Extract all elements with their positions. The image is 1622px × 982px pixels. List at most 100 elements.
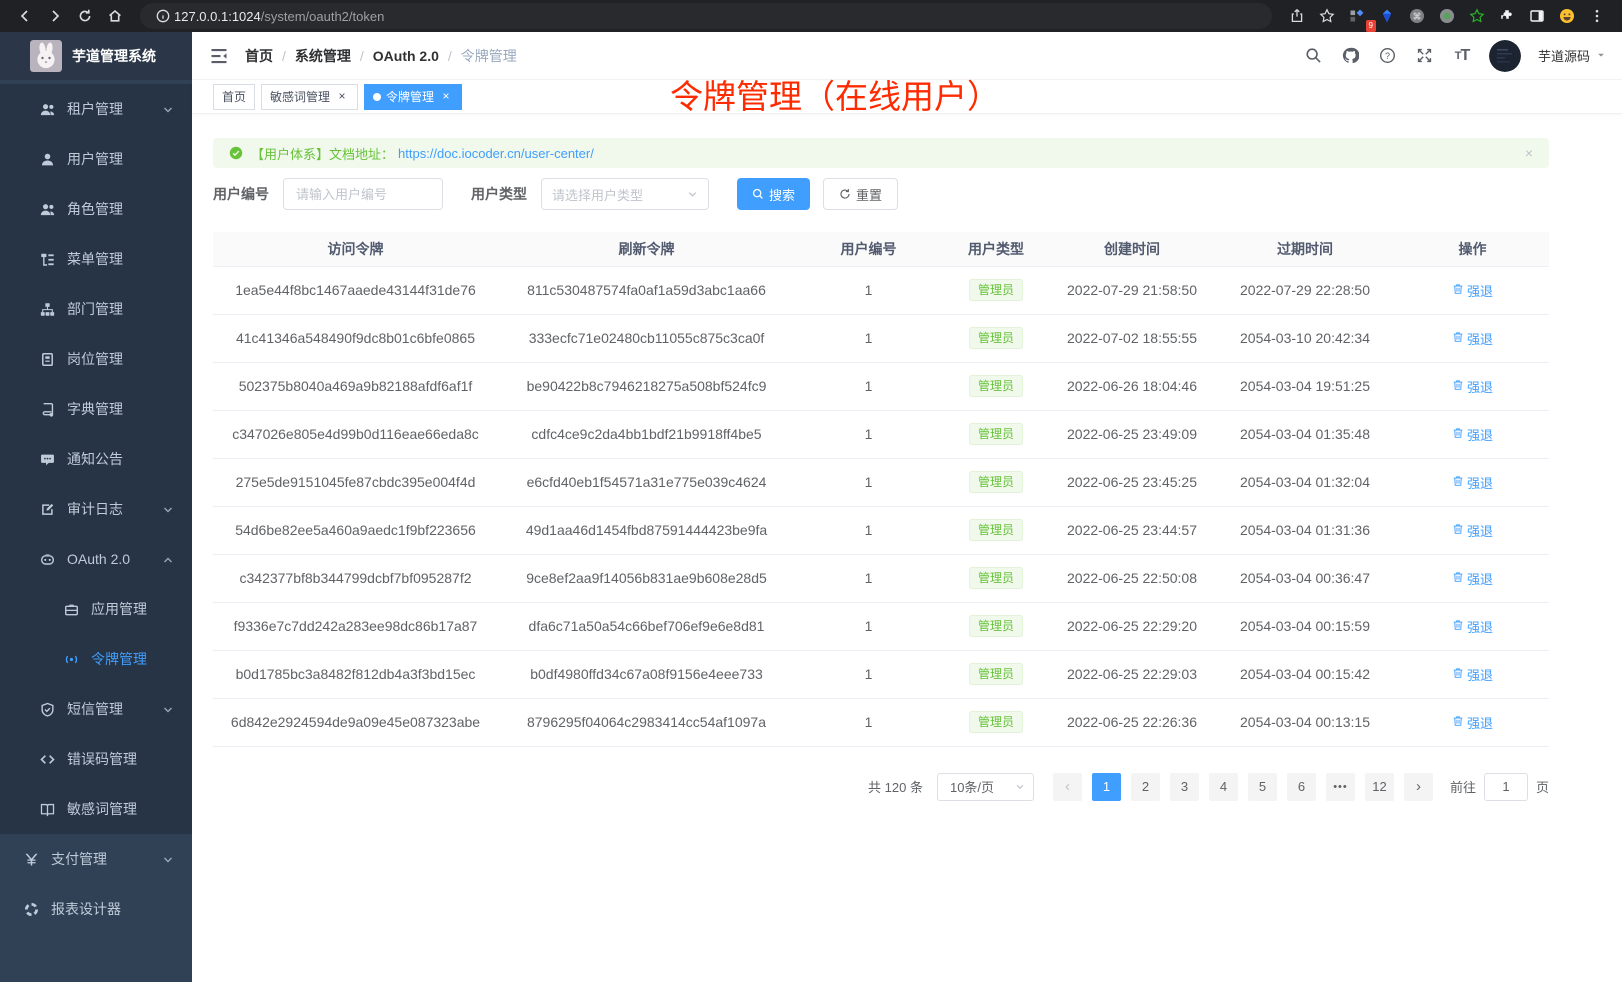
page-button[interactable]: 3 [1170, 773, 1199, 801]
goto-page-input[interactable] [1484, 773, 1528, 801]
extension-record-icon[interactable] [1432, 3, 1462, 29]
extension-green-star-icon[interactable] [1462, 3, 1492, 29]
font-size-icon[interactable]: TT [1452, 46, 1472, 66]
info-icon[interactable] [152, 3, 174, 29]
force-logout-button[interactable]: 强退 [1452, 569, 1493, 588]
page-button[interactable]: 2 [1131, 773, 1160, 801]
table-row: f9336e7c7dd242a283ee98dc86b17a87dfa6c71a… [213, 602, 1549, 650]
search-icon[interactable] [1304, 46, 1324, 66]
share-icon[interactable] [1282, 3, 1312, 29]
page-size-select[interactable]: 10条/页 [937, 773, 1034, 801]
sidebar-item[interactable]: 菜单管理 [0, 234, 192, 284]
sidebar-item[interactable]: OAuth 2.0 [0, 534, 192, 584]
sidebar-toggle-icon[interactable] [209, 46, 229, 66]
alert-doc-link[interactable]: https://doc.iocoder.cn/user-center/ [398, 146, 594, 161]
reload-icon[interactable] [70, 3, 100, 29]
sidebar-item[interactable]: 敏感词管理 [0, 784, 192, 834]
search-button[interactable]: 搜索 [737, 178, 810, 210]
extension-grid-icon[interactable]: 9 [1342, 3, 1372, 29]
force-logout-button[interactable]: 强退 [1452, 617, 1493, 636]
sidebar-item[interactable]: 错误码管理 [0, 734, 192, 784]
force-logout-button[interactable]: 强退 [1452, 713, 1493, 732]
page-button[interactable]: 1 [1092, 773, 1121, 801]
force-logout-button[interactable]: 强退 [1452, 521, 1493, 540]
sidebar-item[interactable]: 角色管理 [0, 184, 192, 234]
sidebar-item[interactable]: 用户管理 [0, 134, 192, 184]
fullscreen-icon[interactable] [1415, 46, 1435, 66]
extensions-puzzle-icon[interactable] [1492, 3, 1522, 29]
forward-icon[interactable] [40, 3, 70, 29]
username: 芋道源码 [1538, 46, 1590, 65]
bookmark-star-icon[interactable] [1312, 3, 1342, 29]
user-type-badge: 管理员 [969, 375, 1023, 397]
sidebar-item-label: 通知公告 [67, 449, 123, 469]
home-icon[interactable] [100, 3, 130, 29]
tag-item[interactable]: 敏感词管理× [261, 84, 358, 110]
refresh-token-cell: dfa6c71a50a54c66bef706ef9e6e8d81 [498, 602, 795, 650]
force-logout-button[interactable]: 强退 [1452, 329, 1493, 348]
user-type-select[interactable]: 请选择用户类型 [541, 178, 709, 210]
sidebar-item[interactable]: 岗位管理 [0, 334, 192, 384]
reset-button[interactable]: 重置 [823, 178, 898, 210]
action-cell: 强退 [1396, 458, 1549, 506]
table-row: 1ea5e44f8bc1467aaede43144f31de76811c5304… [213, 266, 1549, 314]
user-menu[interactable]: 芋道源码 [1538, 46, 1606, 65]
refresh-token-cell: 811c530487574fa0af1a59d3abc1aa66 [498, 266, 795, 314]
action-cell: 强退 [1396, 506, 1549, 554]
page-button[interactable]: 6 [1287, 773, 1316, 801]
chevron-down-icon [162, 853, 174, 865]
github-icon[interactable] [1341, 46, 1361, 66]
extension-gem-icon[interactable] [1372, 3, 1402, 29]
breadcrumb-separator: / [282, 48, 286, 64]
sidebar-item[interactable]: 字典管理 [0, 384, 192, 434]
sidebar-item[interactable]: 短信管理 [0, 684, 192, 734]
force-logout-label: 强退 [1467, 329, 1493, 348]
next-page-button[interactable]: › [1404, 773, 1433, 801]
side-panel-icon[interactable] [1522, 3, 1552, 29]
force-logout-label: 强退 [1467, 521, 1493, 540]
sidebar-item[interactable]: 租户管理 [0, 84, 192, 134]
profile-emoji-icon[interactable] [1552, 3, 1582, 29]
breadcrumb-item[interactable]: 首页 [245, 46, 273, 66]
force-logout-button[interactable]: 强退 [1452, 281, 1493, 300]
tag-close-icon[interactable]: × [335, 90, 349, 104]
force-logout-button[interactable]: 强退 [1452, 665, 1493, 684]
force-logout-button[interactable]: 强退 [1452, 425, 1493, 444]
sidebar-item[interactable]: 报表设计器 [0, 884, 192, 934]
pagination: 共 120 条 10条/页 ‹ 123456•••12 › 前往 页 [213, 773, 1549, 801]
tag-item[interactable]: 令牌管理× [364, 84, 462, 110]
table-header-row: 访问令牌刷新令牌用户编号用户类型创建时间过期时间操作 [213, 232, 1549, 266]
sidebar-item[interactable]: 审计日志 [0, 484, 192, 534]
sidebar-item[interactable]: 令牌管理 [0, 634, 192, 684]
tag-close-icon[interactable]: × [439, 90, 453, 104]
app-logo[interactable]: 芋道管理系统 [0, 32, 192, 80]
created-time-cell: 2022-07-02 18:55:55 [1050, 314, 1214, 362]
refresh-token-cell: 49d1aa46d1454fbd87591444423be9fa [498, 506, 795, 554]
user-id-cell: 1 [795, 506, 942, 554]
user-id-cell: 1 [795, 266, 942, 314]
sidebar-item[interactable]: 部门管理 [0, 284, 192, 334]
avatar[interactable] [1489, 40, 1521, 72]
refresh-token-cell: 333ecfc71e02480cb11055c875c3ca0f [498, 314, 795, 362]
page-button[interactable]: 12 [1365, 773, 1394, 801]
refresh-token-cell: 8796295f04064c2983414cc54af1097a [498, 698, 795, 746]
address-bar[interactable]: 127.0.0.1:1024/system/oauth2/token [140, 3, 1272, 29]
back-icon[interactable] [10, 3, 40, 29]
prev-page-button[interactable]: ‹ [1053, 773, 1082, 801]
extension-command-icon[interactable]: ⌘ [1402, 3, 1432, 29]
sidebar-item[interactable]: 支付管理 [0, 834, 192, 884]
force-logout-button[interactable]: 强退 [1452, 473, 1493, 492]
sidebar-item[interactable]: 通知公告 [0, 434, 192, 484]
breadcrumb-item[interactable]: OAuth 2.0 [373, 48, 439, 64]
tag-item[interactable]: 首页 [213, 84, 255, 110]
force-logout-button[interactable]: 强退 [1452, 377, 1493, 396]
user-id-input[interactable] [283, 178, 443, 210]
help-icon[interactable]: ? [1378, 46, 1398, 66]
alert-close-icon[interactable]: × [1525, 145, 1533, 161]
page-button[interactable]: 5 [1248, 773, 1277, 801]
breadcrumb-item[interactable]: 系统管理 [295, 46, 351, 66]
page-button[interactable]: 4 [1209, 773, 1238, 801]
sidebar-item[interactable]: 应用管理 [0, 584, 192, 634]
browser-menu-icon[interactable] [1582, 3, 1612, 29]
more-pages-button[interactable]: ••• [1326, 773, 1355, 801]
